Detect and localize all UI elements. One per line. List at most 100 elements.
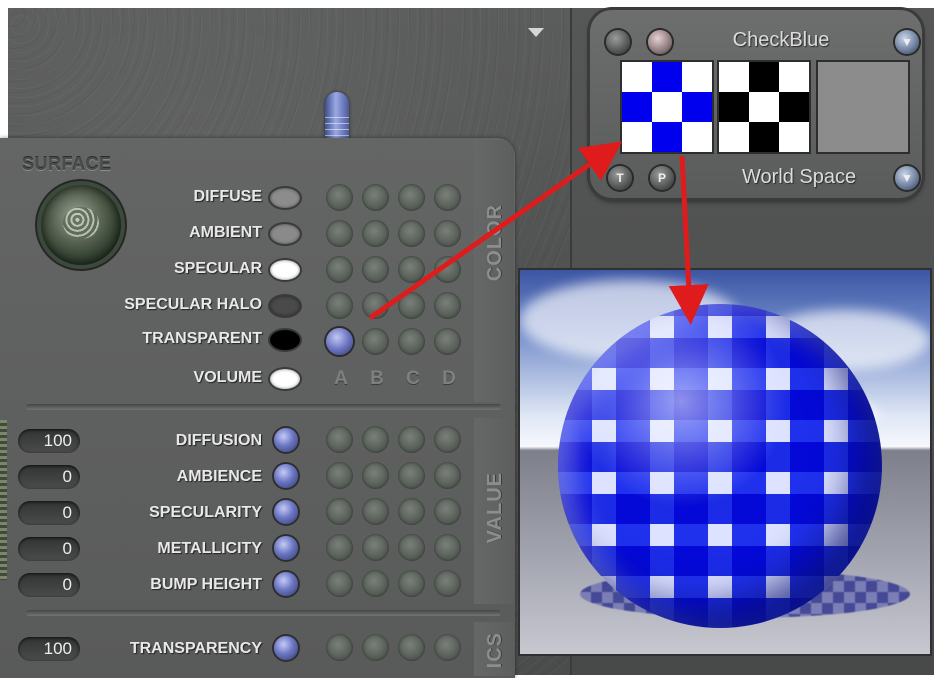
grid-node[interactable] [326,570,353,597]
panel-edge [0,420,7,580]
grid-node[interactable] [398,256,425,283]
grid-node[interactable] [326,426,353,453]
bump-height-knob[interactable] [274,572,298,596]
grid-node[interactable] [362,462,389,489]
grid-node[interactable] [362,498,389,525]
specularity-knob[interactable] [274,500,298,524]
diffusion-label: DIFFUSION [175,432,262,449]
t-button[interactable]: T [608,166,632,190]
grid-node[interactable] [398,292,425,319]
grid-node[interactable] [398,220,425,247]
transparent-swatch[interactable] [270,330,300,350]
dropdown-arrow-icon[interactable] [528,28,544,37]
grid-node[interactable] [326,534,353,561]
gray-thumbnail[interactable] [818,62,908,152]
grid-node[interactable] [326,462,353,489]
grid-node-active[interactable] [326,328,353,355]
grid-node[interactable] [434,184,461,211]
ambient-label: AMBIENT [189,224,262,241]
color-tab[interactable]: COLOR [474,140,514,402]
column-label-b: B [370,368,384,389]
texture-space-label: World Space [742,166,857,188]
ambient-swatch[interactable] [270,224,300,244]
texture-button-1[interactable] [606,30,630,54]
grid-node[interactable] [326,256,353,283]
grid-node[interactable] [434,292,461,319]
section-divider [26,404,501,410]
grid-node[interactable] [362,634,389,661]
grid-node[interactable] [434,634,461,661]
column-label-a: A [334,368,348,389]
transparent-label: TRANSPARENT [142,330,262,347]
texture-menu-button[interactable]: ▼ [895,30,919,54]
grid-node[interactable] [398,498,425,525]
transparency-knob[interactable] [274,636,298,660]
specular-halo-label: SPECULAR HALO [124,296,262,313]
metallicity-label: METALLICITY [157,540,262,557]
section-divider [26,610,501,616]
grid-node[interactable] [362,426,389,453]
transparency-label: TRANSPARENCY [129,640,262,657]
grid-node[interactable] [362,184,389,211]
grid-node[interactable] [326,634,353,661]
diffusion-knob[interactable] [274,428,298,452]
grid-node[interactable] [326,292,353,319]
ambience-value[interactable]: 0 [18,465,80,489]
grid-node[interactable] [434,534,461,561]
color-tab-label: COLOR [484,204,506,282]
column-label-c: C [406,368,420,389]
transparency-value[interactable]: 100 [18,637,80,661]
texture-name: CheckBlue [732,29,830,51]
ambience-knob[interactable] [274,464,298,488]
grid-node[interactable] [362,328,389,355]
diffuse-swatch[interactable] [270,188,300,208]
grid-node[interactable] [434,220,461,247]
metallicity-knob[interactable] [274,536,298,560]
value-tab[interactable]: VALUE [474,418,514,604]
grid-node[interactable] [362,534,389,561]
column-label-d: D [442,368,456,389]
grid-node[interactable] [434,328,461,355]
grid-node[interactable] [362,292,389,319]
grid-node[interactable] [434,256,461,283]
surface-preview-ball[interactable] [41,185,121,265]
grid-node[interactable] [398,328,425,355]
grid-node[interactable] [434,462,461,489]
metallicity-value[interactable]: 0 [18,537,80,561]
p-button[interactable]: P [650,166,674,190]
grid-node[interactable] [362,220,389,247]
grid-node[interactable] [326,220,353,247]
chevron-down-icon: ▼ [901,35,913,49]
sphere-preview-icon [558,304,882,628]
grid-node[interactable] [398,534,425,561]
chevron-down-icon: ▼ [901,171,913,185]
diffusion-value[interactable]: 100 [18,429,80,453]
blue-checker-thumbnail[interactable] [622,62,712,152]
grid-node[interactable] [398,426,425,453]
bump-height-label: BUMP HEIGHT [150,576,262,593]
specular-swatch[interactable] [270,260,300,280]
value-tab-label: VALUE [484,472,506,544]
black-checker-thumbnail[interactable] [719,62,809,152]
bump-height-value[interactable]: 0 [18,573,80,597]
grid-node[interactable] [398,570,425,597]
texture-button-2[interactable] [648,30,672,54]
specular-label: SPECULAR [173,260,262,277]
specular-halo-swatch[interactable] [270,296,300,316]
grid-node[interactable] [398,184,425,211]
ics-tab[interactable]: ICS [474,622,514,676]
grid-node[interactable] [326,498,353,525]
grid-node[interactable] [434,426,461,453]
specularity-value[interactable]: 0 [18,501,80,525]
grid-node[interactable] [398,634,425,661]
grid-node[interactable] [362,570,389,597]
space-menu-button[interactable]: ▼ [895,166,919,190]
grid-node[interactable] [434,570,461,597]
ambience-label: AMBIENCE [176,468,262,485]
grid-node[interactable] [398,462,425,489]
volume-label: VOLUME [193,369,262,386]
grid-node[interactable] [362,256,389,283]
volume-swatch[interactable] [270,369,300,389]
grid-node[interactable] [434,498,461,525]
grid-node[interactable] [326,184,353,211]
